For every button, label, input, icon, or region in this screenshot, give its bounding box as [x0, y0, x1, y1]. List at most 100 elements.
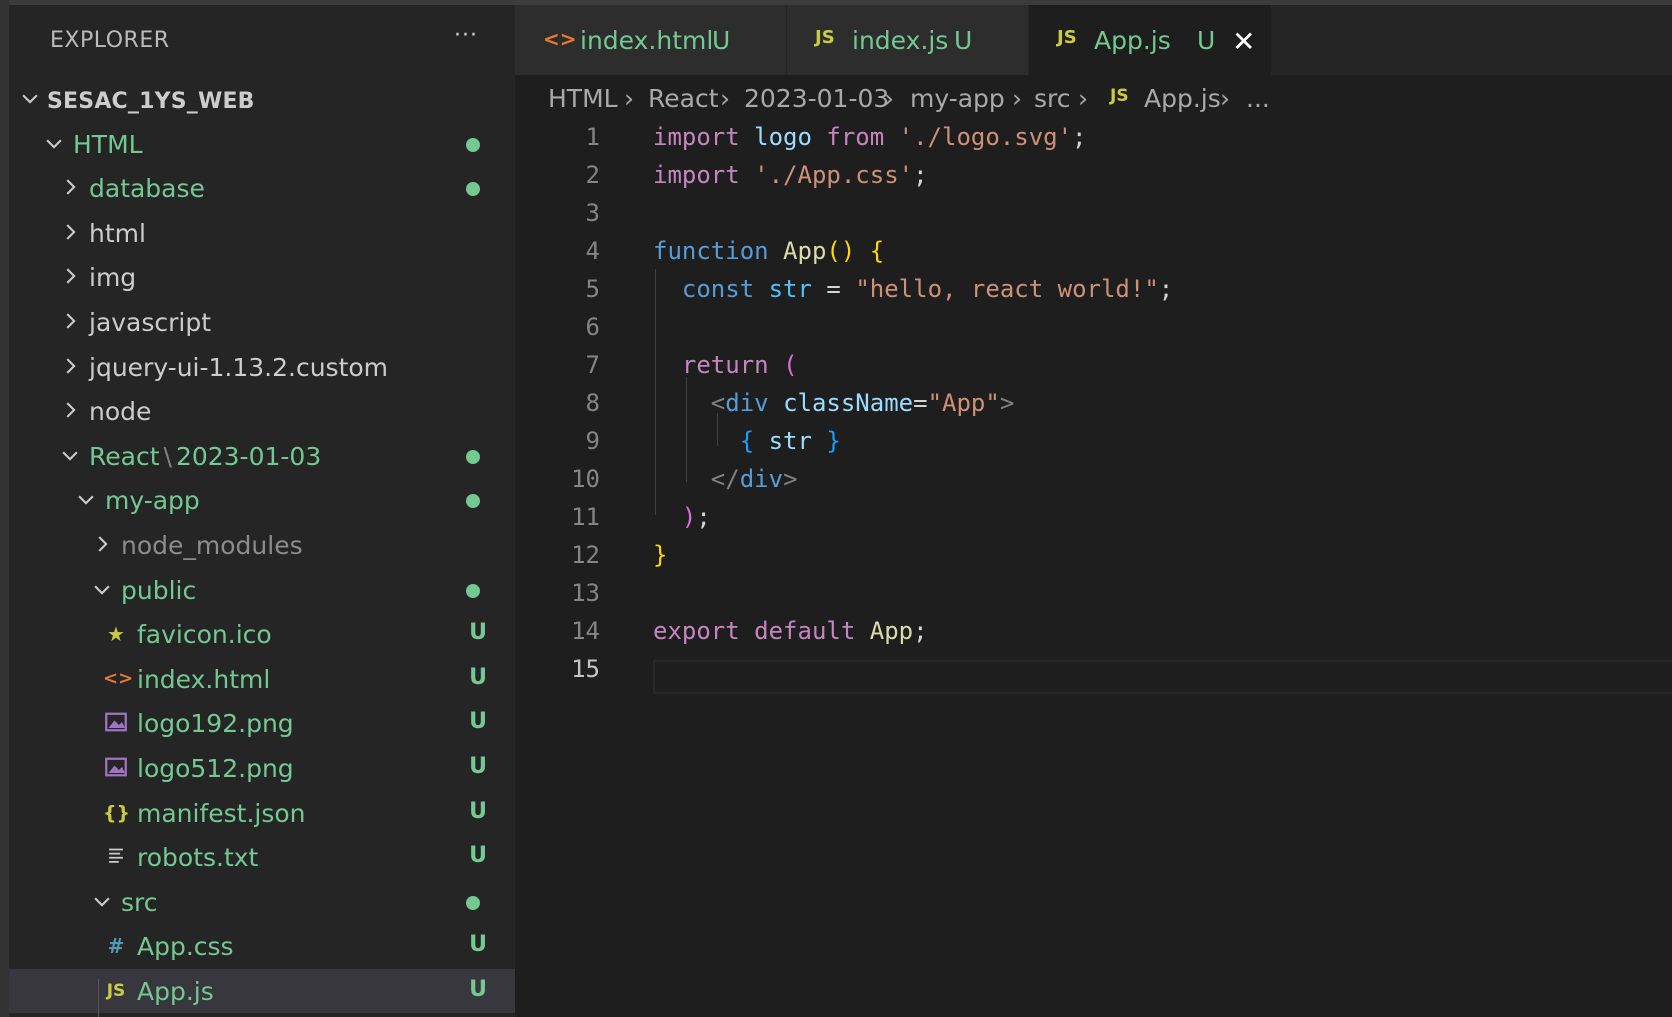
js-icon: JS: [815, 27, 835, 48]
tree-file-manifest[interactable]: {} manifest.json U: [9, 791, 515, 836]
file-tree: SESAC_1YS_WEB HTML database html img jav…: [9, 77, 515, 1014]
line-number: 6: [585, 313, 600, 341]
tree-file-index-html[interactable]: <> index.html U: [9, 657, 515, 702]
tree-item-label: my-app: [105, 486, 200, 516]
tree-folder-node-modules[interactable]: node_modules: [9, 523, 515, 568]
js-icon: JS: [1110, 86, 1129, 106]
tree-folder-html[interactable]: html: [9, 211, 515, 256]
code-line-8: <div className="App">: [710, 389, 1015, 417]
tab-label: App.js: [1094, 26, 1171, 55]
code-line-9: { str }: [739, 427, 841, 455]
tree-item-label: App.js: [137, 976, 214, 1006]
close-icon[interactable]: ✕: [1232, 25, 1255, 58]
current-line-highlight: [653, 660, 1672, 694]
tree-file-favicon[interactable]: ★ favicon.ico U: [9, 612, 515, 657]
html-icon: <>: [103, 667, 134, 689]
tree-file-app-css[interactable]: # App.css U: [9, 924, 515, 969]
breadcrumb-separator: ›: [1078, 84, 1088, 113]
js-icon: JS: [106, 980, 126, 1001]
tree-folder-src[interactable]: src: [9, 880, 515, 925]
chevron-down-icon: [91, 890, 113, 912]
tree-folder-javascript[interactable]: javascript: [9, 300, 515, 345]
tree-file-logo192[interactable]: logo192.png U: [9, 701, 515, 746]
tree-folder-database[interactable]: database: [9, 166, 515, 211]
breadcrumb-separator: ›: [1220, 84, 1230, 113]
tree-folder-node[interactable]: node: [9, 389, 515, 434]
code-line-2: import './App.css';: [653, 161, 928, 189]
more-actions-button[interactable]: ···: [454, 23, 478, 48]
code-line-12: }: [653, 541, 668, 569]
line-number: 4: [585, 237, 600, 265]
explorer-title: EXPLORER: [50, 28, 170, 53]
activity-bar-edge: [0, 0, 9, 1017]
line-number: 9: [585, 427, 600, 455]
compact-folder-part[interactable]: React: [89, 442, 160, 471]
tree-item-label: src: [121, 887, 158, 917]
line-number-current: 15: [571, 655, 600, 683]
line-number: 10: [571, 465, 600, 493]
image-icon: [103, 710, 129, 736]
breadcrumb-item[interactable]: 2023-01-03: [744, 84, 889, 113]
chevron-down-icon: [59, 444, 81, 466]
breadcrumb-separator: ›: [624, 84, 634, 113]
tree-item-label: node_modules: [121, 530, 303, 560]
tab-label: index.html: [580, 26, 714, 55]
tree-folder-react[interactable]: React \ 2023-01-03: [9, 434, 515, 479]
breadcrumb-item[interactable]: HTML: [548, 84, 618, 113]
tab-app-js[interactable]: JS App.js U ✕: [1029, 5, 1272, 75]
git-status-dot: [466, 494, 480, 509]
chevron-right-icon: [59, 221, 81, 243]
tree-item-label: javascript: [89, 307, 212, 337]
git-status-dot: [466, 583, 480, 598]
tree-folder-img[interactable]: img: [9, 255, 515, 300]
breadcrumb-item[interactable]: src: [1034, 84, 1071, 113]
tree-root[interactable]: SESAC_1YS_WEB: [9, 77, 515, 122]
tree-item-label: html: [89, 218, 146, 248]
line-number: 7: [585, 351, 600, 379]
tree-folder-my-app[interactable]: my-app: [9, 478, 515, 523]
tree-item-label: img: [89, 263, 137, 293]
tab-index-html[interactable]: <> index.html U: [515, 5, 787, 75]
tree-file-logo512[interactable]: logo512.png U: [9, 746, 515, 791]
line-number: 2: [585, 161, 600, 189]
git-status-dot: [466, 182, 480, 197]
chevron-right-icon: [91, 533, 113, 555]
tab-git-status: U: [954, 26, 973, 55]
git-status-badge: U: [469, 709, 487, 735]
line-number: 12: [571, 541, 600, 569]
breadcrumb-item[interactable]: ...: [1246, 84, 1270, 113]
tree-indent-guide: [98, 979, 99, 1017]
code-line-14: export default App;: [653, 617, 928, 645]
explorer-sidebar: EXPLORER ··· SESAC_1YS_WEB HTML database…: [9, 5, 515, 1017]
code-line-7: return (: [681, 351, 798, 379]
tree-item-label: React \ 2023-01-03: [89, 442, 321, 471]
tree-item-label: robots.txt: [137, 843, 259, 873]
tab-git-status: U: [1197, 26, 1216, 55]
tree-file-robots[interactable]: robots.txt U: [9, 835, 515, 880]
breadcrumb-item[interactable]: my-app: [910, 84, 1005, 113]
image-icon: [103, 755, 129, 781]
tree-item-label: manifest.json: [137, 798, 306, 828]
chevron-right-icon: [59, 399, 81, 421]
tab-index-js[interactable]: JS index.js U: [787, 5, 1029, 75]
compact-folder-part[interactable]: 2023-01-03: [176, 442, 321, 471]
text-lines-icon: [103, 844, 129, 870]
line-number: 8: [585, 389, 600, 417]
line-number: 11: [571, 503, 600, 531]
html-icon: <>: [543, 27, 577, 51]
git-status-badge: U: [469, 932, 487, 958]
tree-folder-jquery-ui[interactable]: jquery-ui-1.13.2.custom: [9, 345, 515, 390]
tree-folder-public[interactable]: public: [9, 568, 515, 613]
line-number: 3: [585, 199, 600, 227]
chevron-right-icon: [59, 176, 81, 198]
chevron-right-icon: [59, 355, 81, 377]
compact-folder-separator: \: [163, 441, 172, 471]
code-editor[interactable]: 1 2 3 4 5 6 7 8 9 10 11 12 13 14 15 impo…: [515, 120, 1672, 1017]
breadcrumb-item[interactable]: App.js: [1144, 84, 1221, 113]
line-number: 13: [571, 579, 600, 607]
tree-folder-html-root[interactable]: HTML: [9, 122, 515, 167]
breadcrumb-item[interactable]: React: [648, 84, 719, 113]
tree-file-app-js[interactable]: JS App.js U: [9, 968, 515, 1014]
hash-icon: #: [107, 934, 125, 959]
git-status-badge: U: [469, 976, 487, 1002]
